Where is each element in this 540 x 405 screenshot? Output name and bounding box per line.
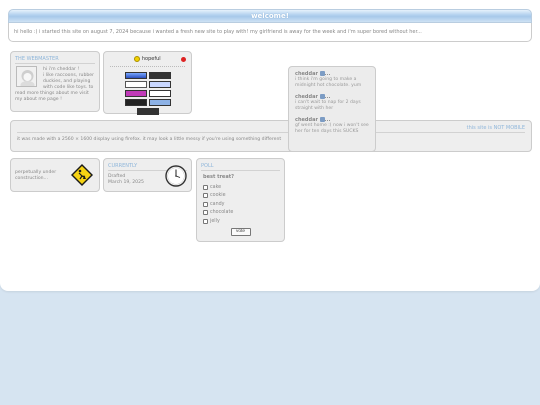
poll-option-label: chocolate [210, 210, 234, 216]
badge-button[interactable] [124, 72, 147, 79]
webmaster-title: THE WEBMASTER [15, 56, 59, 62]
badge-button[interactable] [124, 81, 147, 88]
not-mobile-title: this site is NOT MOBILE [466, 125, 525, 131]
poll-checkbox[interactable] [203, 210, 208, 216]
poll-option[interactable]: jelly [203, 217, 280, 226]
about-me-link[interactable]: my about me page ! [15, 97, 95, 103]
mug-icon [319, 71, 325, 76]
poll-option[interactable]: candy [203, 200, 280, 209]
status-text: gf went home :( now i won't see her for … [295, 123, 369, 134]
poll-checkbox[interactable] [203, 201, 208, 207]
vote-button[interactable]: vote [230, 227, 251, 236]
badges-box: hopeful more... [103, 51, 192, 125]
status-text: i can't wait to nap for 2 days straight … [295, 100, 361, 111]
badge-button[interactable] [124, 99, 147, 106]
heart-icon [319, 94, 325, 99]
clock-icon [165, 165, 187, 187]
not-mobile-text: it was made with a 2560 × 1600 display u… [17, 137, 282, 142]
webmaster-box: THE WEBMASTER hi i'm cheddar ! i like ra… [10, 51, 100, 112]
divider [17, 132, 525, 133]
sad-icon [319, 117, 325, 122]
construction-sign-icon [71, 164, 93, 186]
construction-text: perpetually under construction... [15, 170, 57, 181]
poll-option-label: cake [210, 184, 222, 190]
poll-option[interactable]: cookie [203, 192, 280, 201]
divider [201, 170, 280, 171]
mood-header: hopeful [107, 55, 188, 64]
welcome-header: welcome! [8, 9, 532, 23]
avatar [16, 66, 37, 87]
divider [15, 63, 95, 64]
badge-button[interactable] [148, 72, 171, 79]
poll-option[interactable]: cake [203, 183, 280, 192]
poll-option-label: candy [210, 201, 225, 207]
status-text: i think i'm going to make a midnight hot… [295, 77, 362, 88]
poll-checkbox[interactable] [203, 193, 208, 199]
status-message: cheddar ... i can't wait to nap for 2 da… [295, 94, 369, 112]
poll-checkbox[interactable] [203, 218, 208, 224]
poll-question: best treat? [203, 174, 234, 180]
divider [110, 66, 185, 67]
status-message: cheddar ... i think i'm going to make a … [295, 71, 369, 89]
poll-option-label: jelly [210, 218, 220, 224]
status-message: cheddar ... gf went home :( now i won't … [295, 117, 369, 134]
badge-button[interactable] [148, 99, 171, 106]
badge-button[interactable] [148, 90, 171, 97]
badge-button[interactable] [136, 108, 159, 115]
poll-option[interactable]: chocolate [203, 209, 280, 218]
red-toy-icon [181, 57, 186, 62]
mood-label: hopeful [141, 56, 161, 62]
poll-title: POLL [201, 163, 214, 169]
not-mobile-box: this site is NOT MOBILE it was made with… [10, 120, 532, 152]
badge-button[interactable] [148, 81, 171, 88]
status-feed[interactable]: cheddar ... i think i'm going to make a … [288, 66, 376, 152]
intro-text: hi hello :) i started this site on augus… [8, 23, 532, 42]
badge-grid [107, 72, 188, 115]
poll-checkbox[interactable] [203, 184, 208, 190]
currently-box: CURRENTLY Drafted March 19, 2025 [103, 158, 192, 192]
poll-option-label: cookie [210, 193, 226, 199]
smiley-icon [134, 55, 141, 62]
construction-box: perpetually under construction... [10, 158, 100, 192]
page-card: welcome! hi hello :) i started this site… [0, 0, 540, 291]
badge-button[interactable] [124, 90, 147, 97]
poll-box: POLL best treat? cake cookie candy choco… [196, 158, 285, 242]
